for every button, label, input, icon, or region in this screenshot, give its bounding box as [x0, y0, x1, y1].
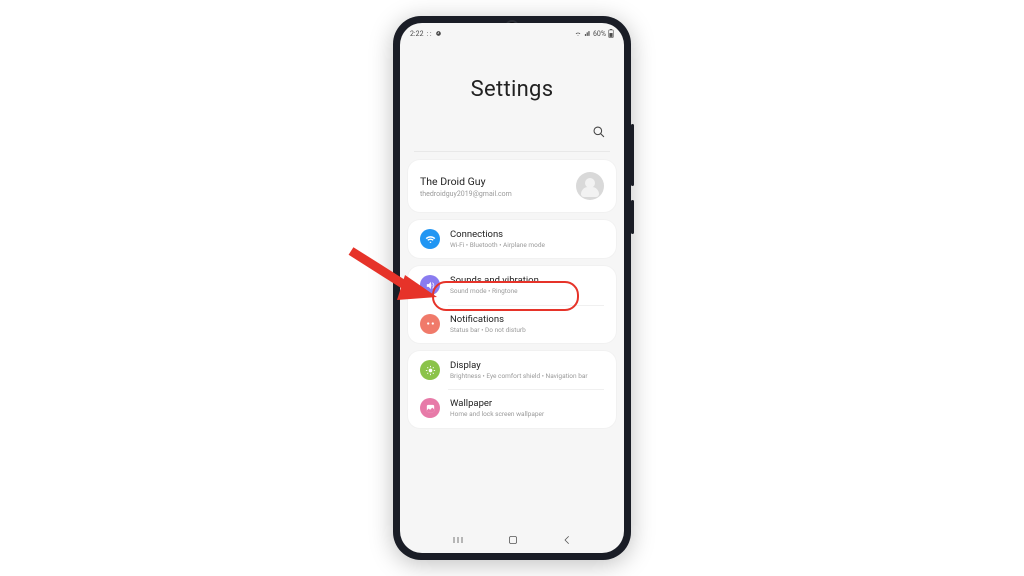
account-name: The Droid Guy [420, 175, 576, 188]
settings-list: The Droid Guy thedroidguy2019@gmail.com … [400, 152, 624, 527]
row-title: Wallpaper [450, 398, 544, 410]
row-sub: Sound mode • Ringtone [450, 287, 539, 295]
power-button [631, 200, 634, 234]
row-title: Sounds and vibration [450, 275, 539, 287]
row-display[interactable]: Display Brightness • Eye comfort shield … [408, 351, 616, 389]
wifi-icon [420, 229, 440, 249]
recents-button[interactable] [451, 531, 465, 550]
row-sub: Wi-Fi • Bluetooth • Airplane mode [450, 241, 545, 249]
alarm-icon [435, 30, 442, 39]
group-connections: Connections Wi-Fi • Bluetooth • Airplane… [408, 220, 616, 258]
row-connections[interactable]: Connections Wi-Fi • Bluetooth • Airplane… [408, 220, 616, 258]
wifi-mini-icon [574, 30, 582, 39]
phone-frame: 2:22 : : 60% Settings [393, 16, 631, 560]
row-notifications[interactable]: Notifications Status bar • Do not distur… [408, 305, 616, 343]
status-bar: 2:22 : : 60% [400, 23, 624, 41]
battery-pct: 60% [593, 30, 606, 38]
screen: 2:22 : : 60% Settings [400, 23, 624, 553]
row-sub: Home and lock screen wallpaper [450, 410, 544, 418]
search-icon[interactable] [592, 124, 606, 143]
page-title: Settings [400, 77, 624, 102]
row-title: Display [450, 360, 588, 372]
home-button[interactable] [507, 531, 519, 550]
nav-bar [400, 527, 624, 553]
group-display-wallpaper: Display Brightness • Eye comfort shield … [408, 351, 616, 428]
wallpaper-icon [420, 398, 440, 418]
group-sound-notif: Sounds and vibration Sound mode • Ringto… [408, 266, 616, 343]
settings-header: Settings [400, 41, 624, 124]
row-title: Notifications [450, 314, 526, 326]
sound-icon [420, 275, 440, 295]
status-dots: : : [427, 30, 432, 38]
row-title: Connections [450, 229, 545, 241]
row-sounds[interactable]: Sounds and vibration Sound mode • Ringto… [408, 266, 616, 304]
signal-icon [584, 30, 591, 39]
avatar [576, 172, 604, 200]
account-email: thedroidguy2019@gmail.com [420, 190, 576, 198]
display-icon [420, 360, 440, 380]
volume-button [631, 124, 634, 186]
back-button[interactable] [561, 531, 573, 550]
row-sub: Status bar • Do not disturb [450, 326, 526, 334]
notif-icon [420, 314, 440, 334]
account-card[interactable]: The Droid Guy thedroidguy2019@gmail.com [408, 160, 616, 212]
row-wallpaper[interactable]: Wallpaper Home and lock screen wallpaper [408, 389, 616, 427]
battery-icon [608, 29, 614, 40]
status-time: 2:22 [410, 30, 424, 38]
row-sub: Brightness • Eye comfort shield • Naviga… [450, 372, 588, 380]
